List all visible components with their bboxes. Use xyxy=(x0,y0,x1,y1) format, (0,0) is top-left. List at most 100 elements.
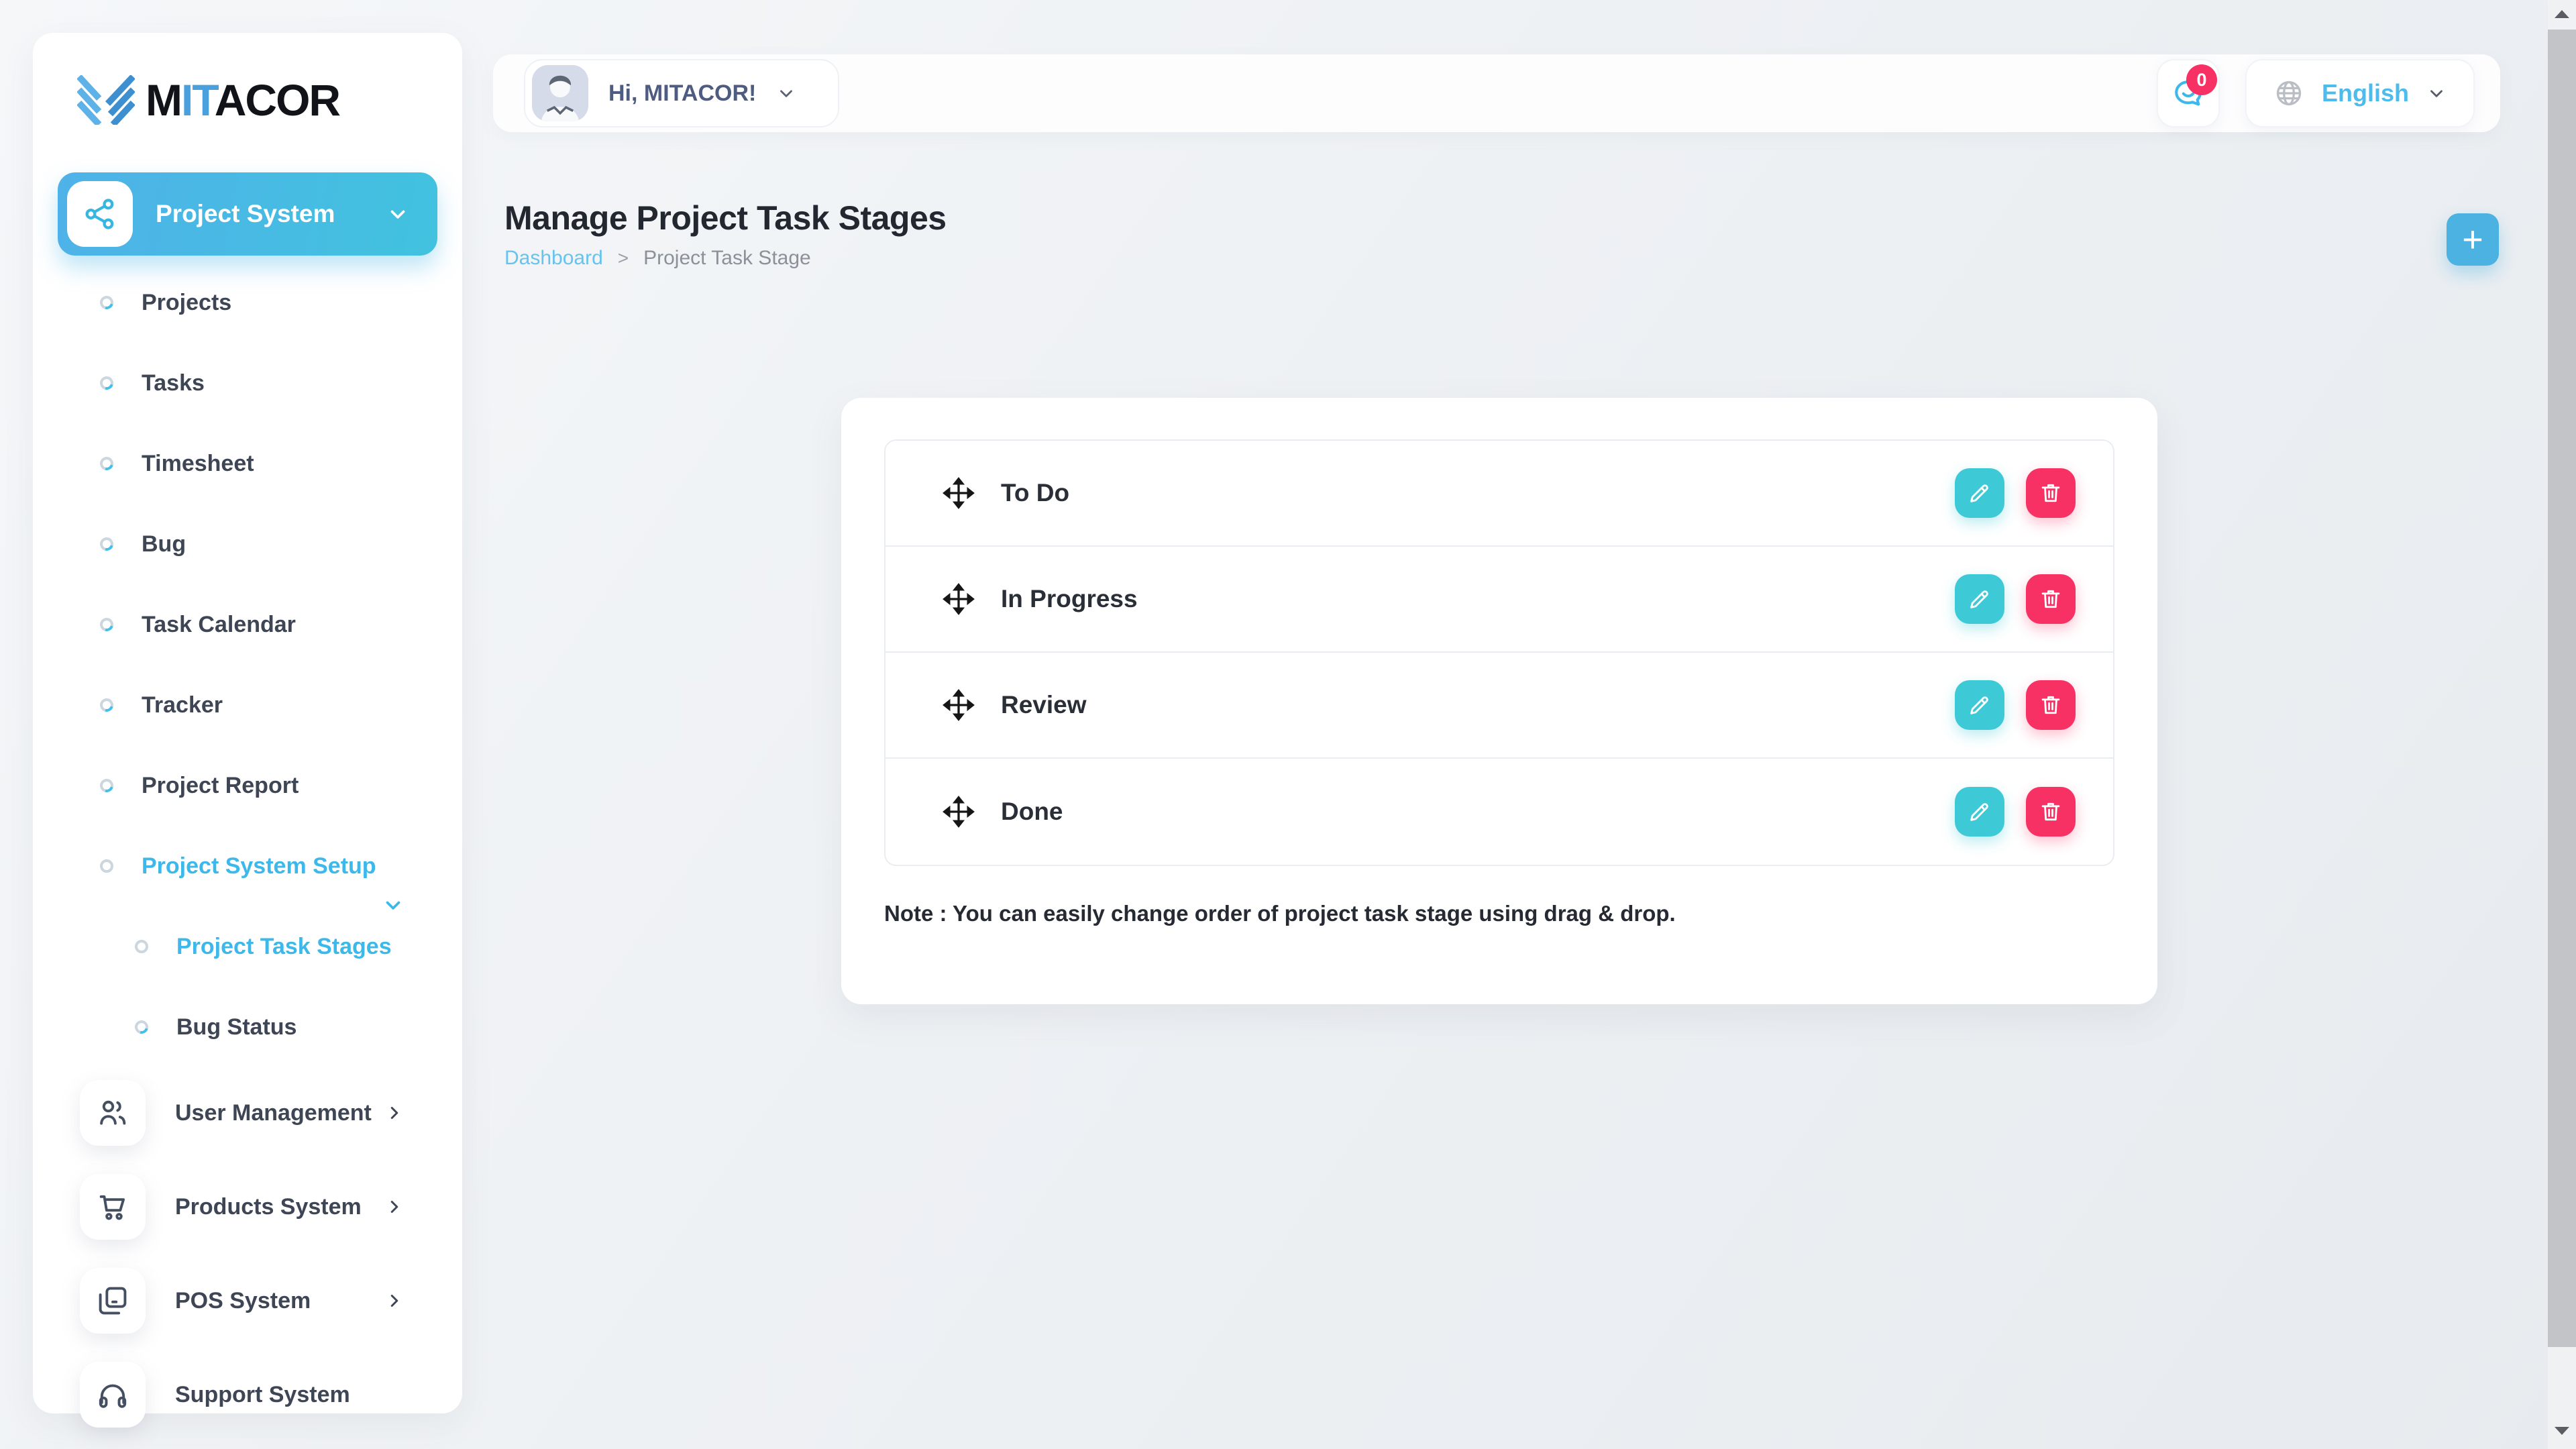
delete-stage-button[interactable] xyxy=(2026,468,2076,518)
chevron-right-icon xyxy=(384,1291,405,1311)
edit-stage-button[interactable] xyxy=(1955,574,2004,624)
chevron-right-icon xyxy=(384,1197,405,1217)
trash-icon xyxy=(2038,799,2063,824)
stage-row-todo: To Do xyxy=(885,441,2113,547)
pencil-icon xyxy=(1967,692,1992,718)
sidebar-item-task-calendar[interactable]: Task Calendar xyxy=(33,584,462,665)
messages-badge: 0 xyxy=(2186,64,2217,95)
chevron-down-icon xyxy=(2426,83,2447,103)
bullet-icon xyxy=(97,776,115,794)
scrollbar-down-arrow[interactable] xyxy=(2548,1417,2576,1445)
trash-icon xyxy=(2038,692,2063,718)
page-title: Manage Project Task Stages xyxy=(504,199,947,237)
scrollbar-up-arrow[interactable] xyxy=(2548,0,2576,28)
delete-stage-button[interactable] xyxy=(2026,787,2076,837)
triangle-up-icon xyxy=(2555,10,2569,18)
stage-row-done: Done xyxy=(885,759,2113,865)
sidebar-item-project-task-stages[interactable]: Project Task Stages xyxy=(33,906,462,987)
row-actions xyxy=(1955,680,2076,730)
bullet-icon xyxy=(97,535,115,553)
stage-label: To Do xyxy=(1001,479,1069,507)
user-menu[interactable]: Hi, MITACOR! xyxy=(524,59,839,127)
sidebar-item-support-system[interactable]: Support System xyxy=(33,1348,462,1442)
brand-name: MITACOR xyxy=(146,74,339,125)
stage-row-in-progress: In Progress xyxy=(885,547,2113,653)
bullet-icon xyxy=(135,940,148,953)
breadcrumb-current: Project Task Stage xyxy=(643,247,811,270)
delete-stage-button[interactable] xyxy=(2026,680,2076,730)
row-actions xyxy=(1955,468,2076,518)
sidebar-section-project-system[interactable]: Project System xyxy=(58,172,437,256)
sidebar-item-timesheet[interactable]: Timesheet xyxy=(33,423,462,504)
sidebar-submenu: Project Task Stages Bug Status xyxy=(33,906,462,1067)
sidebar-item-bug-status[interactable]: Bug Status xyxy=(33,987,462,1067)
delete-stage-button[interactable] xyxy=(2026,574,2076,624)
breadcrumb-dashboard[interactable]: Dashboard xyxy=(504,247,603,270)
pos-icon xyxy=(80,1268,146,1334)
sidebar-item-tasks[interactable]: Tasks xyxy=(33,343,462,423)
chevron-down-icon xyxy=(386,203,409,225)
globe-icon xyxy=(2273,78,2304,109)
row-actions xyxy=(1955,574,2076,624)
pencil-icon xyxy=(1967,586,1992,612)
bullet-icon xyxy=(132,1018,150,1036)
bullet-icon xyxy=(100,859,113,873)
share-icon xyxy=(67,181,133,247)
topbar: Hi, MITACOR! 0 English xyxy=(493,54,2500,132)
stage-label: Done xyxy=(1001,798,1063,826)
language-selector[interactable]: English xyxy=(2245,59,2475,127)
pencil-icon xyxy=(1967,799,1992,824)
stage-label: In Progress xyxy=(1001,585,1138,613)
avatar xyxy=(532,65,588,121)
sidebar-modules: User Management Products System xyxy=(33,1066,462,1442)
language-label: English xyxy=(2322,79,2409,107)
stage-row-review: Review xyxy=(885,653,2113,759)
scrollbar-thumb[interactable] xyxy=(2548,30,2576,1347)
sidebar-item-user-management[interactable]: User Management xyxy=(33,1066,462,1160)
trash-icon xyxy=(2038,586,2063,612)
edit-stage-button[interactable] xyxy=(1955,468,2004,518)
messages-button[interactable]: 0 xyxy=(2157,59,2220,127)
bullet-icon xyxy=(97,615,115,633)
users-icon xyxy=(80,1080,146,1146)
drag-handle-icon[interactable] xyxy=(941,475,977,511)
bullet-icon xyxy=(97,293,115,311)
task-stages-card: To Do In P xyxy=(841,398,2157,1004)
breadcrumb: Dashboard > Project Task Stage xyxy=(504,247,811,270)
section-label: Project System xyxy=(156,200,335,228)
stage-list: To Do In P xyxy=(884,439,2114,866)
drag-handle-icon[interactable] xyxy=(941,581,977,617)
sidebar-item-bug[interactable]: Bug xyxy=(33,504,462,584)
breadcrumb-separator: > xyxy=(618,248,629,269)
brand-mark-icon xyxy=(77,75,135,125)
topbar-right: 0 English xyxy=(2157,59,2475,127)
sidebar-menu: Projects Tasks Timesheet Bug Task Calend… xyxy=(33,262,462,906)
greeting-text: Hi, MITACOR! xyxy=(608,80,756,107)
chevron-down-icon xyxy=(776,83,796,103)
sidebar-item-tracker[interactable]: Tracker xyxy=(33,665,462,745)
chevron-right-icon xyxy=(384,1103,405,1123)
stage-label: Review xyxy=(1001,691,1087,719)
bullet-icon xyxy=(97,696,115,714)
row-actions xyxy=(1955,787,2076,837)
pencil-icon xyxy=(1967,480,1992,506)
scrollbar-track[interactable] xyxy=(2548,0,2576,1449)
drag-handle-icon[interactable] xyxy=(941,687,977,723)
trash-icon xyxy=(2038,480,2063,506)
sidebar: MITACOR Project System Projects Tasks Ti… xyxy=(33,33,462,1413)
brand-logo[interactable]: MITACOR xyxy=(77,74,339,125)
edit-stage-button[interactable] xyxy=(1955,787,2004,837)
headset-icon xyxy=(80,1362,146,1428)
bullet-icon xyxy=(97,454,115,472)
sidebar-item-project-report[interactable]: Project Report xyxy=(33,745,462,826)
sidebar-item-products-system[interactable]: Products System xyxy=(33,1160,462,1254)
sidebar-item-projects[interactable]: Projects xyxy=(33,262,462,343)
cart-icon xyxy=(80,1174,146,1240)
drag-handle-icon[interactable] xyxy=(941,794,977,830)
app-screen: MITACOR Project System Projects Tasks Ti… xyxy=(0,0,2576,1449)
edit-stage-button[interactable] xyxy=(1955,680,2004,730)
bullet-icon xyxy=(97,374,115,392)
triangle-down-icon xyxy=(2555,1427,2569,1435)
sidebar-item-pos-system[interactable]: POS System xyxy=(33,1254,462,1348)
add-stage-button[interactable]: + xyxy=(2447,213,2499,266)
